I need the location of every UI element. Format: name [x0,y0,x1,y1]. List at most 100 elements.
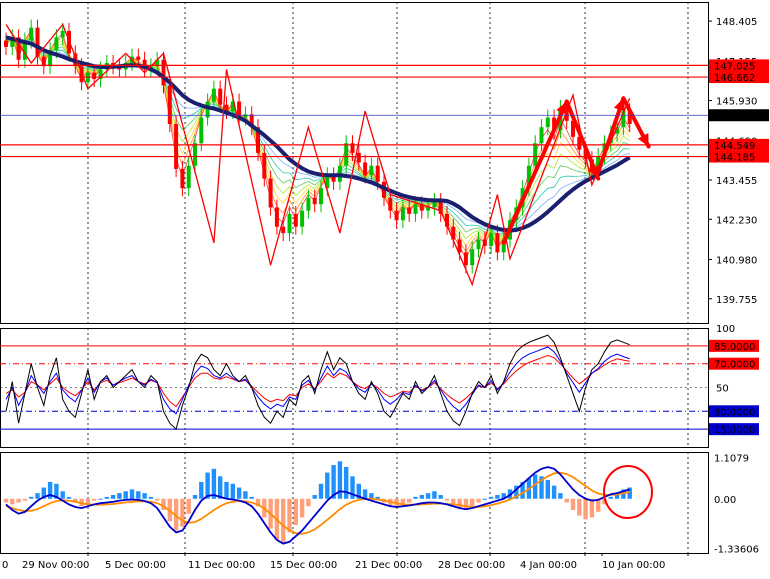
trading-chart[interactable]: 148.405147.155145.930144.690143.455142.2… [0,0,770,575]
candle-body [60,30,65,38]
macd-histogram-bar [476,498,481,503]
candle-body [41,56,46,67]
macd-histogram-bar [136,491,141,499]
candle-body [29,27,34,41]
candle-body [306,197,311,211]
macd-histogram-bar [3,498,9,503]
oscillator-level-label: 15.0000 [714,425,755,436]
macd-histogram-bar [148,496,154,499]
x-tick-label: 28 Dec 00:00 [438,560,505,571]
macd-histogram-bar [306,498,311,507]
macd-histogram-bar [495,495,500,499]
candle-body [407,207,412,214]
candle-body [545,117,550,128]
candle-body [287,213,292,234]
x-tick-label: 21 Dec 00:00 [355,560,422,571]
macd-histogram-bar [180,498,185,527]
macd-histogram-bar [589,498,595,518]
macd-histogram-bar [551,485,557,499]
macd-histogram-bar [224,481,229,499]
candle-body [369,165,374,176]
macd-histogram-bar [488,496,494,499]
oscillator-level-label: 85.0000 [714,342,755,353]
candle-body [463,252,468,266]
macd-histogram-bar [482,498,487,500]
candle-body [293,213,298,227]
candle-body [470,249,475,266]
macd-histogram-bar [236,487,242,499]
macd-histogram-bar [249,496,254,499]
macd-histogram-bar [470,498,475,507]
candle-body [413,204,418,214]
macd-histogram-bar [22,498,28,501]
macd-histogram-bar [192,495,198,499]
macd-histogram-bar [444,498,450,501]
price-tick-label: 142.230 [716,215,757,226]
candle-body [312,197,317,205]
macd-histogram-bar [66,496,72,499]
candle-body [92,72,97,80]
macd-histogram-bar [10,498,15,505]
macd-histogram-bar [558,493,563,499]
macd-histogram-bar [142,493,147,499]
price-level-label: 146.662 [714,73,755,84]
macd-histogram-bar [577,498,582,516]
chart-canvas[interactable]: 148.405147.155145.930144.690143.455142.2… [0,0,770,575]
macd-tick-label: 1.1079 [714,453,749,464]
price-tick-label: 143.455 [716,176,757,187]
candle-body [375,165,380,182]
macd-histogram-bar [129,489,135,499]
macd-histogram-bar [199,481,204,499]
macd-histogram-bar [293,498,298,525]
candle-body [426,207,431,211]
macd-histogram-bar [438,495,443,499]
candle-body [489,233,494,246]
macd-histogram-bar [407,498,412,503]
oscillator-tick-label: 50 [716,384,729,395]
price-tick-label: 145.930 [716,97,757,108]
macd-histogram-bar [104,496,109,499]
candle-body [281,226,286,234]
price-tick-label: 139.755 [716,295,757,306]
x-tick-label: 29 Nov 00:00 [22,560,89,571]
candle-body [136,56,141,60]
candle-body [161,59,166,86]
candle-body [394,210,399,221]
candle-body [400,207,405,221]
candle-body [539,127,544,144]
candle-body [199,117,204,144]
candle-body [363,162,368,176]
macd-histogram-bar [325,472,330,499]
macd-histogram-bar [608,496,613,499]
x-edge-label: 0 [2,560,8,571]
candle-body [180,168,185,189]
macd-histogram-bar [29,496,34,499]
candle-body [4,40,8,47]
x-tick-label: 15 Dec 00:00 [270,560,337,571]
x-tick-label: 5 Dec 00:00 [105,560,166,571]
candle-body [218,88,223,105]
candle-body [344,143,349,166]
macd-histogram-bar [583,498,588,520]
price-level-label: 147.025 [714,61,755,72]
price-tick-label: 148.405 [716,17,757,28]
macd-histogram-bar [425,493,431,499]
macd-histogram-bar [60,491,65,499]
macd-histogram-bar [117,493,122,499]
candle-body [174,123,179,169]
candle-body [243,114,248,118]
macd-histogram-bar [230,483,235,499]
price-level-label: 144.185 [714,153,755,164]
candle-body [193,143,197,166]
candle-body [533,143,538,166]
candle-body [319,188,323,205]
macd-histogram-bar [243,491,248,499]
macd-histogram-bar [123,491,128,499]
macd-tick-label: -1.33606 [714,545,759,556]
macd-histogram-bar [155,498,160,501]
macd-histogram-bar [312,495,317,499]
x-tick-label: 4 Jan 00:00 [520,560,577,571]
x-tick-label: 10 Jan 00:00 [602,560,665,571]
candle-body [274,207,279,227]
candle-body [186,165,191,189]
